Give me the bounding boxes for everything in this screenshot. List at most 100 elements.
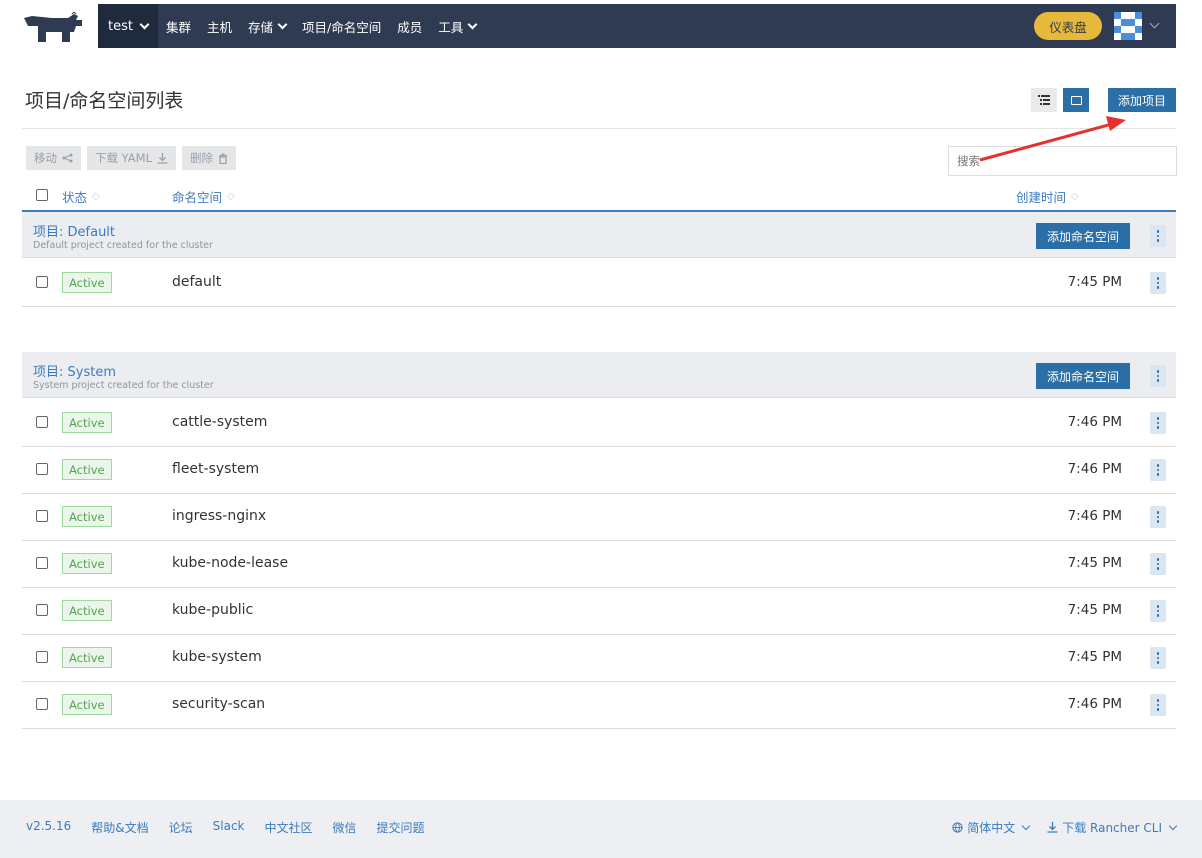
dashboard-button[interactable]: 仪表盘: [1034, 12, 1102, 40]
nav-item[interactable]: 存储: [248, 17, 288, 36]
namespace-name[interactable]: cattle-system: [172, 414, 267, 430]
row-checkbox[interactable]: [36, 557, 48, 569]
row-checkbox[interactable]: [36, 416, 48, 428]
namespace-name[interactable]: kube-system: [172, 649, 262, 665]
nav-item[interactable]: 主机: [207, 17, 232, 36]
project-title[interactable]: 项目: Default: [33, 221, 115, 240]
table-row[interactable]: Active kube-node-lease 7:45 PM: [22, 541, 1176, 588]
more-actions-icon[interactable]: [1150, 553, 1166, 575]
download-icon: [157, 152, 168, 164]
namespace-name[interactable]: security-scan: [172, 696, 265, 712]
delete-button[interactable]: 删除: [181, 146, 236, 170]
table-row[interactable]: Active security-scan 7:46 PM: [22, 682, 1176, 729]
footer-link[interactable]: 提交问题: [377, 819, 425, 836]
more-actions-icon[interactable]: [1150, 647, 1166, 669]
language-selector[interactable]: 简体中文: [952, 819, 1031, 836]
more-actions-icon[interactable]: [1150, 365, 1166, 387]
sort-icon: ◇: [1071, 191, 1079, 202]
nav-item-label: 工具: [438, 19, 464, 35]
column-namespace-label: 命名空间: [172, 190, 223, 205]
project-group-header: 项目: Default Default project created for t…: [22, 212, 1176, 258]
row-checkbox[interactable]: [36, 510, 48, 522]
nav-item[interactable]: 集群: [166, 17, 191, 36]
footer: v2.5.16 帮助&文档 论坛 Slack 中文社区 微信 提交问题 简体中文 下载 R…: [0, 800, 1202, 858]
table-row[interactable]: Active default 7:45 PM: [22, 260, 1176, 307]
divider: [22, 128, 1176, 129]
group-view-button[interactable]: [1063, 88, 1089, 112]
more-actions-icon[interactable]: [1150, 600, 1166, 622]
download-yaml-label: 下载 YAML: [95, 151, 152, 165]
row-checkbox[interactable]: [36, 651, 48, 663]
row-checkbox[interactable]: [36, 463, 48, 475]
table-row[interactable]: Active ingress-nginx 7:46 PM: [22, 494, 1176, 541]
nav-item[interactable]: 工具: [438, 17, 478, 36]
nav-item-label: 项目/命名空间: [302, 19, 382, 35]
version-label[interactable]: v2.5.16: [26, 819, 71, 836]
row-checkbox[interactable]: [36, 604, 48, 616]
namespace-name[interactable]: default: [172, 274, 221, 290]
footer-links: v2.5.16 帮助&文档 论坛 Slack 中文社区 微信 提交问题: [26, 819, 425, 836]
footer-link[interactable]: 论坛: [169, 819, 193, 836]
nav-menu: 集群 主机 存储 项目/命名空间 成员 工具: [166, 4, 492, 48]
delete-label: 删除: [189, 151, 213, 165]
add-namespace-button[interactable]: 添加命名空间: [1036, 223, 1130, 249]
more-actions-icon[interactable]: [1150, 272, 1166, 294]
nav-item[interactable]: 成员: [397, 17, 422, 36]
column-created[interactable]: 创建时间 ◇: [1016, 187, 1079, 206]
namespace-name[interactable]: kube-public: [172, 602, 253, 618]
nav-item[interactable]: 项目/命名空间: [302, 17, 381, 36]
download-cli-link[interactable]: 下载 Rancher CLI: [1047, 819, 1178, 836]
table-row[interactable]: Active kube-public 7:45 PM: [22, 588, 1176, 635]
bulk-actions: 移动 下载 YAML 删除: [26, 146, 236, 170]
status-badge: Active: [62, 412, 112, 433]
cluster-switcher[interactable]: test: [98, 4, 158, 48]
chevron-down-icon[interactable]: [1149, 18, 1160, 29]
table-header: 状态 ◇ 命名空间 ◇ 创建时间 ◇: [22, 184, 1176, 210]
row-checkbox[interactable]: [36, 698, 48, 710]
status-badge: Active: [62, 272, 112, 293]
group-icon: [1070, 95, 1082, 105]
download-icon: [1047, 822, 1058, 833]
cluster-name: test: [108, 18, 133, 34]
user-avatar[interactable]: [1114, 12, 1142, 40]
table-row[interactable]: Active cattle-system 7:46 PM: [22, 400, 1176, 447]
created-time: 7:45 PM: [1067, 555, 1122, 571]
table-row[interactable]: Active kube-system 7:45 PM: [22, 635, 1176, 682]
footer-link[interactable]: 微信: [333, 819, 357, 836]
more-actions-icon[interactable]: [1150, 506, 1166, 528]
nav-item-label: 主机: [207, 19, 233, 35]
add-project-button[interactable]: 添加项目: [1108, 88, 1176, 112]
footer-link[interactable]: Slack: [213, 819, 245, 836]
footer-link[interactable]: 帮助&文档: [91, 819, 148, 836]
table-row[interactable]: Active fleet-system 7:46 PM: [22, 447, 1176, 494]
project-title[interactable]: 项目: System: [33, 361, 116, 380]
more-actions-icon[interactable]: [1150, 459, 1166, 481]
select-all-checkbox[interactable]: [36, 189, 48, 201]
chevron-down-icon: [1168, 821, 1178, 830]
created-time: 7:46 PM: [1067, 414, 1122, 430]
column-namespace[interactable]: 命名空间 ◇: [172, 187, 235, 206]
rancher-logo-icon[interactable]: [22, 12, 84, 44]
status-badge: Active: [62, 506, 112, 527]
move-button[interactable]: 移动: [26, 146, 81, 170]
created-time: 7:46 PM: [1067, 696, 1122, 712]
status-badge: Active: [62, 600, 112, 621]
more-actions-icon[interactable]: [1150, 225, 1166, 247]
footer-link[interactable]: 中文社区: [265, 819, 313, 836]
column-state[interactable]: 状态 ◇: [62, 187, 100, 206]
list-view-button[interactable]: [1031, 88, 1057, 112]
namespace-name[interactable]: fleet-system: [172, 461, 259, 477]
search-input[interactable]: [948, 146, 1177, 176]
more-actions-icon[interactable]: [1150, 694, 1166, 716]
created-time: 7:46 PM: [1067, 508, 1122, 524]
language-label: 简体中文: [967, 821, 1016, 835]
namespace-name[interactable]: ingress-nginx: [172, 508, 266, 524]
row-checkbox[interactable]: [36, 276, 48, 288]
trash-icon: [218, 153, 227, 164]
nav-item-label: 集群: [166, 19, 192, 35]
namespace-name[interactable]: kube-node-lease: [172, 555, 288, 571]
more-actions-icon[interactable]: [1150, 412, 1166, 434]
chevron-down-icon: [139, 19, 150, 29]
add-namespace-button[interactable]: 添加命名空间: [1036, 363, 1130, 389]
download-yaml-button[interactable]: 下载 YAML: [87, 146, 176, 170]
